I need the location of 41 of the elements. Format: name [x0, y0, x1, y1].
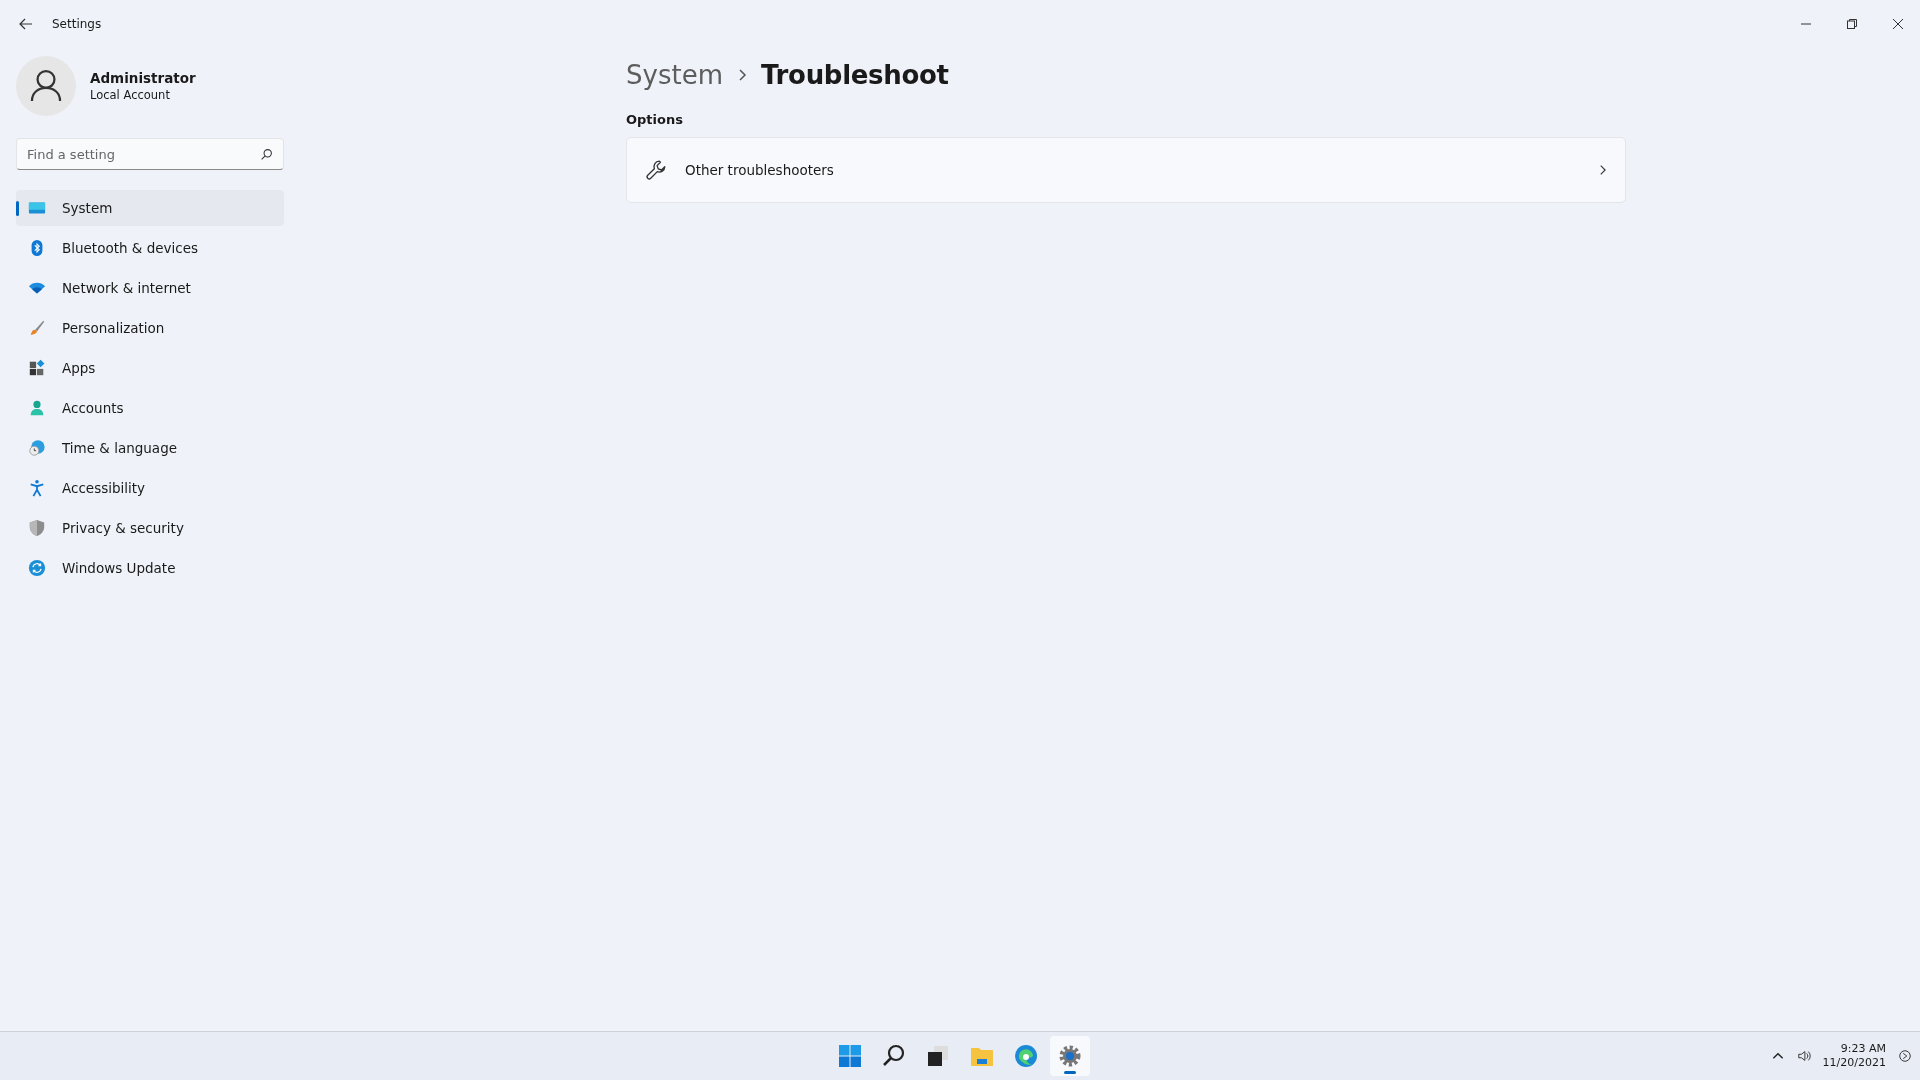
sidebar-item[interactable]: Privacy & security: [16, 510, 284, 546]
globe-clock-icon: [28, 439, 46, 457]
sidebar-item[interactable]: Accounts: [16, 390, 284, 426]
shield-icon: [28, 519, 46, 537]
accessibility-icon: [28, 479, 46, 497]
search-icon: [882, 1044, 906, 1068]
settings-card[interactable]: Other troubleshooters: [626, 137, 1626, 203]
gear-icon: [1058, 1044, 1082, 1068]
back-arrow-icon[interactable]: [18, 16, 34, 32]
chevron-right-icon: [736, 67, 747, 83]
update-icon: [28, 559, 46, 577]
account-type: Local Account: [90, 88, 171, 102]
window-title: Settings: [52, 17, 102, 31]
sidebar-item[interactable]: Windows Update: [16, 550, 284, 586]
chevron-right-icon: [1598, 163, 1607, 177]
windows-logo-icon: [838, 1044, 862, 1068]
search-field[interactable]: Find a setting: [16, 138, 284, 170]
avatar-icon: [16, 56, 76, 116]
close-icon[interactable]: [1892, 18, 1904, 30]
sidebar-item[interactable]: Accessibility: [16, 470, 284, 506]
browser-icon: [1014, 1044, 1038, 1068]
breadcrumb-link[interactable]: System: [626, 60, 723, 90]
sidebar-item[interactable]: Time & language: [16, 430, 284, 466]
section-heading: Options: [626, 112, 683, 127]
account-name: Administrator: [90, 70, 196, 86]
sidebar-item[interactable]: Personalization: [16, 310, 284, 346]
clock[interactable]: 9:23 AM 11/20/2021: [1822, 1042, 1886, 1070]
sidebar-item[interactable]: Bluetooth & devices: [16, 230, 284, 266]
search-icon: [260, 148, 273, 161]
task-view-icon: [926, 1044, 950, 1068]
sidebar-item[interactable]: Apps: [16, 350, 284, 386]
speaker-icon[interactable]: [1796, 1049, 1811, 1063]
person-icon: [28, 399, 46, 417]
wrench-icon: [645, 159, 667, 181]
restore-icon[interactable]: [1846, 18, 1858, 30]
notification-icon[interactable]: [1898, 1049, 1912, 1063]
sidebar-item[interactable]: System: [16, 190, 284, 226]
apps-icon: [28, 359, 46, 377]
sidebar-item[interactable]: Network & internet: [16, 270, 284, 306]
brush-icon: [28, 319, 46, 337]
page-title: Troubleshoot: [760, 60, 949, 90]
